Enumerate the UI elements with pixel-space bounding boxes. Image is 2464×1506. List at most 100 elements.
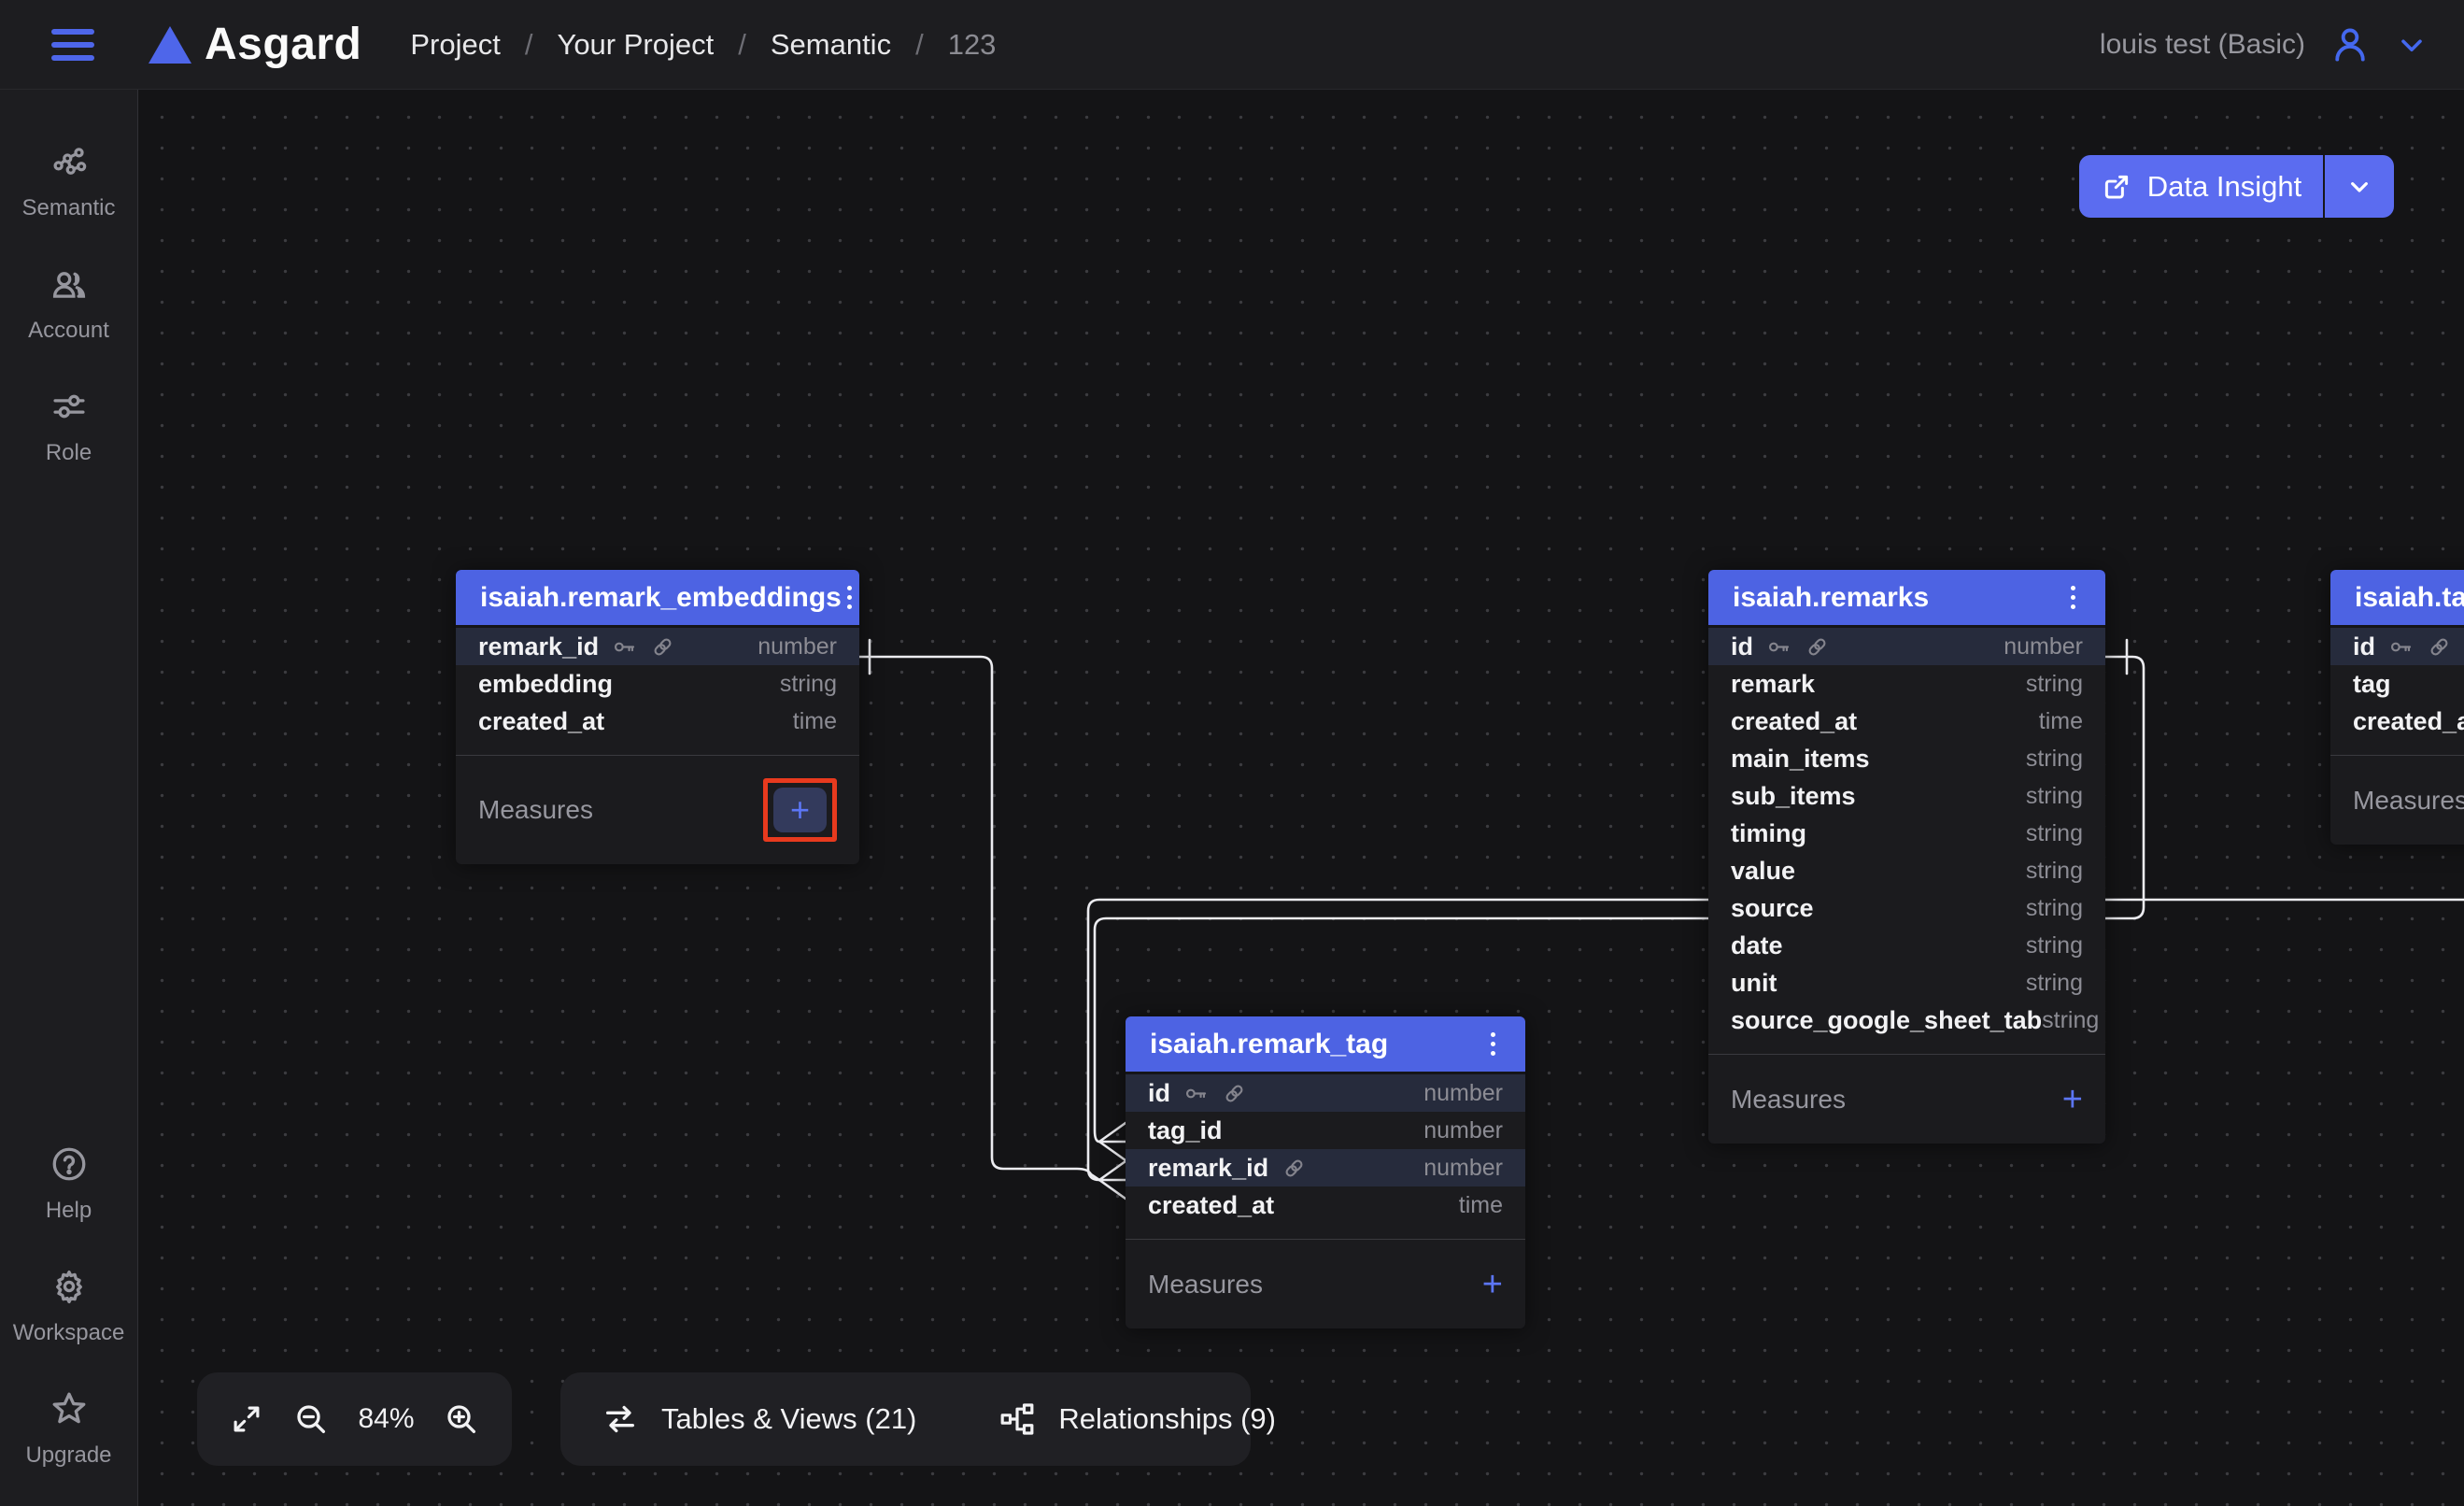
- table-title: isaiah.remark_embeddings: [480, 582, 842, 614]
- field-row-tag[interactable]: tag: [2330, 665, 2464, 703]
- sidebar-item-upgrade[interactable]: Upgrade: [0, 1389, 137, 1469]
- field-type: string: [2026, 932, 2083, 959]
- field-list: id tagcreated_at: [2330, 628, 2464, 740]
- field-name: source_google_sheet_tab: [1731, 1006, 2042, 1035]
- field-row-timing[interactable]: timingstring: [1708, 815, 2105, 852]
- table-card-remark-embeddings[interactable]: isaiah.remark_embeddings remark_idnumber…: [456, 570, 859, 864]
- table-title: isaiah.tags: [2355, 582, 2464, 614]
- field-row-unit[interactable]: unitstring: [1708, 964, 2105, 1002]
- highlight-annotation-box: +: [763, 778, 837, 842]
- field-row-created_at[interactable]: created_at: [2330, 703, 2464, 740]
- diagram-statusbar: Tables & Views (21) Relationships (9): [560, 1372, 1251, 1466]
- field-type: string: [2026, 820, 2083, 847]
- relationship-link-icon: [2427, 634, 2452, 660]
- kebab-menu-icon[interactable]: [2065, 580, 2081, 615]
- breadcrumb-separator: /: [915, 28, 924, 62]
- field-row-id[interactable]: idnumber: [1126, 1074, 1525, 1112]
- field-type: string: [2026, 671, 2083, 698]
- primary-key-icon: [2388, 634, 2414, 660]
- sidebar-item-role[interactable]: Role: [0, 387, 137, 466]
- field-row-id[interactable]: id: [2330, 628, 2464, 665]
- chevron-down-icon: [2344, 172, 2374, 202]
- user-plan-label: louis test (Basic): [2100, 29, 2305, 61]
- field-type: string: [780, 671, 837, 698]
- relationship-link-icon: [650, 634, 675, 660]
- zoom-controls: 84%: [197, 1372, 512, 1466]
- data-insight-label: Data Insight: [2147, 170, 2301, 204]
- table-header[interactable]: isaiah.tags: [2330, 570, 2464, 628]
- field-row-created_at[interactable]: created_attime: [456, 703, 859, 740]
- add-measure-button[interactable]: +: [2062, 1082, 2083, 1117]
- table-card-remarks[interactable]: isaiah.remarks idnumber remark string creat…: [1708, 570, 2105, 1144]
- field-row-id[interactable]: idnumber: [1708, 628, 2105, 665]
- help-icon: [50, 1144, 89, 1188]
- field-name: id: [2353, 632, 2375, 661]
- fit-view-icon[interactable]: [229, 1401, 264, 1437]
- primary-key-icon: [612, 634, 637, 660]
- data-insight-dropdown[interactable]: [2325, 155, 2394, 218]
- sidebar-label: Account: [28, 318, 109, 344]
- user-avatar-icon[interactable]: [2329, 24, 2371, 65]
- add-measure-button[interactable]: +: [773, 788, 827, 832]
- field-name: tag_id: [1148, 1116, 1223, 1145]
- breadcrumb-separator: /: [738, 28, 746, 62]
- field-row-main_items[interactable]: main_itemsstring: [1708, 740, 2105, 777]
- menu-icon[interactable]: [51, 29, 94, 61]
- breadcrumb-semantic[interactable]: Semantic: [771, 28, 891, 62]
- data-insight-main[interactable]: Data Insight: [2079, 155, 2323, 218]
- table-card-remark-tag[interactable]: isaiah.remark_tag idnumber tag_id number re…: [1126, 1016, 1525, 1328]
- star-icon: [50, 1389, 89, 1433]
- user-menu-chevron-icon[interactable]: [2395, 28, 2429, 62]
- field-row-remark[interactable]: remark string: [1708, 665, 2105, 703]
- relationships-count[interactable]: Relationships (9): [1058, 1402, 1276, 1436]
- field-name: remark: [1731, 670, 1815, 699]
- sidebar-item-semantic[interactable]: Semantic: [0, 142, 137, 221]
- breadcrumb-your-project[interactable]: Your Project: [557, 28, 714, 62]
- field-row-remark_id[interactable]: remark_idnumber: [456, 628, 859, 665]
- field-type: string: [2026, 970, 2083, 997]
- sidebar-item-help[interactable]: Help: [0, 1144, 137, 1224]
- breadcrumb-project[interactable]: Project: [410, 28, 500, 62]
- kebab-menu-icon[interactable]: [1485, 1027, 1501, 1061]
- measures-section: Measures +: [456, 755, 859, 864]
- sidebar-label: Role: [46, 440, 92, 466]
- data-insight-button[interactable]: Data Insight: [2079, 155, 2394, 218]
- table-header[interactable]: isaiah.remarks: [1708, 570, 2105, 628]
- table-card-tags[interactable]: isaiah.tags idtagcreated_at Measures: [2330, 570, 2464, 845]
- relationship-link-icon: [1222, 1081, 1247, 1106]
- app-name: Asgard: [205, 19, 361, 70]
- field-row-value[interactable]: valuestring: [1708, 852, 2105, 889]
- table-header[interactable]: isaiah.remark_embeddings: [456, 570, 859, 628]
- field-row-embedding[interactable]: embeddingstring: [456, 665, 859, 703]
- external-link-icon: [2101, 171, 2132, 203]
- field-row-created_at[interactable]: created_attime: [1126, 1186, 1525, 1224]
- field-row-remark_id[interactable]: remark_idnumber: [1126, 1149, 1525, 1186]
- app-logo-icon: [149, 26, 191, 64]
- field-list: remark_idnumberembeddingstringcreated_at…: [456, 628, 859, 740]
- zoom-out-icon[interactable]: [292, 1400, 330, 1438]
- table-header[interactable]: isaiah.remark_tag: [1126, 1016, 1525, 1074]
- tables-views-count[interactable]: Tables & Views (21): [661, 1402, 916, 1436]
- field-type: time: [1459, 1192, 1503, 1219]
- zoom-in-icon[interactable]: [443, 1400, 480, 1438]
- sidebar-item-workspace[interactable]: Workspace: [0, 1267, 137, 1346]
- field-row-created_at[interactable]: created_attime: [1708, 703, 2105, 740]
- kebab-menu-icon[interactable]: [842, 580, 857, 615]
- field-list: idnumber tag_id number remark_idnumbercreat…: [1126, 1074, 1525, 1224]
- left-sidebar: Semantic Account Role Help: [0, 90, 138, 1506]
- measures-label: Measures: [1148, 1270, 1263, 1300]
- field-type: time: [793, 708, 837, 735]
- sidebar-label: Help: [46, 1198, 92, 1224]
- tables-views-icon: [602, 1400, 639, 1438]
- field-row-tag_id[interactable]: tag_id number: [1126, 1112, 1525, 1149]
- field-name: date: [1731, 931, 1783, 960]
- field-row-date[interactable]: date string: [1708, 927, 2105, 964]
- add-measure-button[interactable]: +: [1482, 1267, 1503, 1302]
- field-type: number: [2004, 633, 2083, 661]
- field-row-source[interactable]: sourcestring: [1708, 889, 2105, 927]
- field-row-sub_items[interactable]: sub_itemsstring: [1708, 777, 2105, 815]
- sliders-icon: [50, 387, 89, 431]
- field-type: number: [1423, 1117, 1503, 1144]
- sidebar-item-account[interactable]: Account: [0, 264, 137, 344]
- field-row-source_google_sheet_tab[interactable]: source_google_sheet_tabstring: [1708, 1002, 2105, 1039]
